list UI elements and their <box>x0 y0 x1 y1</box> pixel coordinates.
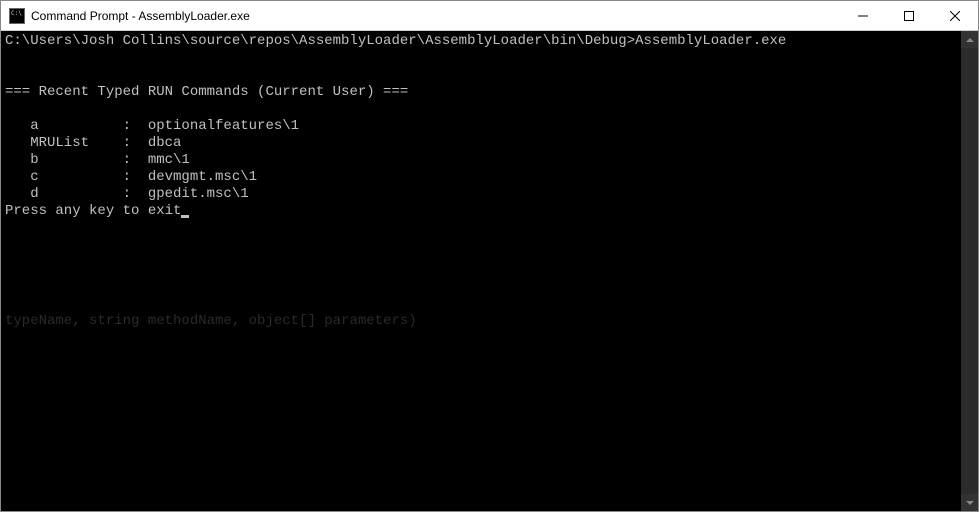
prompt-line: C:\Users\Josh Collins\source\repos\Assem… <box>5 33 786 49</box>
output-row: MRUList : dbca <box>5 135 181 151</box>
output-row: c : devmgmt.msc\1 <box>5 169 257 185</box>
text-cursor <box>181 215 189 218</box>
background-ghost-text: typeName, string methodName, object[] pa… <box>5 313 417 330</box>
scroll-up-button[interactable] <box>961 31 978 48</box>
maximize-button[interactable] <box>886 1 932 30</box>
vertical-scrollbar[interactable] <box>961 31 978 511</box>
output-row: a : optionalfeatures\1 <box>5 118 299 134</box>
window-controls <box>840 1 978 30</box>
console-area: C:\Users\Josh Collins\source\repos\Assem… <box>1 31 978 511</box>
output-row: b : mmc\1 <box>5 152 190 168</box>
exit-prompt: Press any key to exit <box>5 203 181 219</box>
output-row: d : gpedit.msc\1 <box>5 186 249 202</box>
scroll-down-button[interactable] <box>961 494 978 511</box>
minimize-button[interactable] <box>840 1 886 30</box>
window-title: Command Prompt - AssemblyLoader.exe <box>31 9 840 23</box>
close-button[interactable] <box>932 1 978 30</box>
output-header: === Recent Typed RUN Commands (Current U… <box>5 84 408 100</box>
console-output[interactable]: C:\Users\Josh Collins\source\repos\Assem… <box>1 31 961 511</box>
cmd-icon <box>9 8 25 24</box>
window-titlebar[interactable]: Command Prompt - AssemblyLoader.exe <box>1 1 978 31</box>
